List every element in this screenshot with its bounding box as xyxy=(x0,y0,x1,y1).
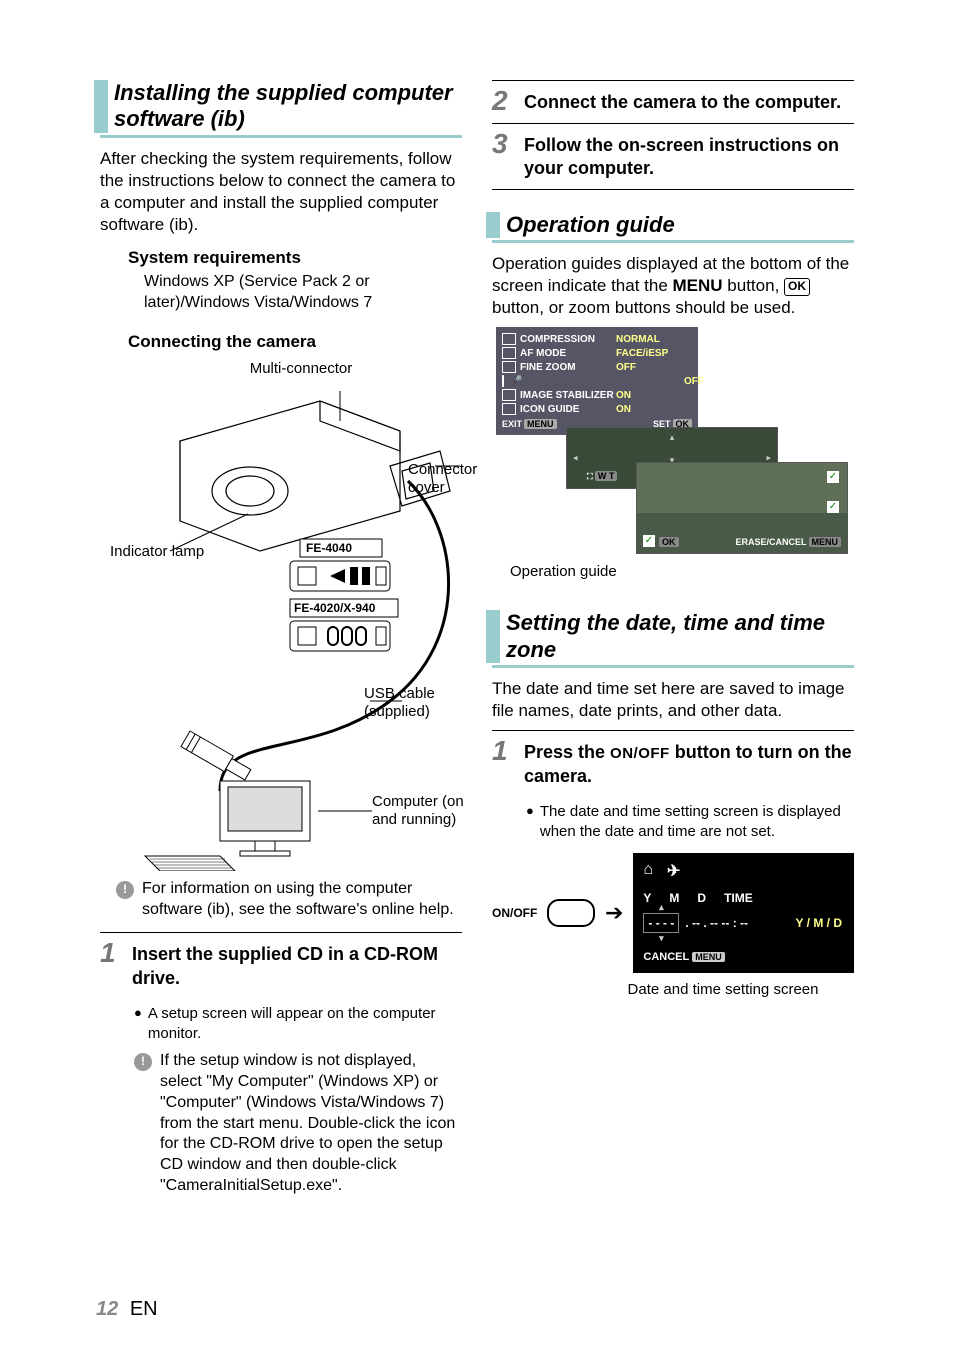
label-indicator-lamp: Indicator lamp xyxy=(110,543,204,560)
globe-icon: ✈ xyxy=(667,861,680,881)
label-model-b: FE-4020/X-940 xyxy=(294,601,375,615)
face-icon xyxy=(502,347,516,359)
operation-guide-diagram: COMPRESSIONNORMAL AF MODEFACE/iESP FINE … xyxy=(496,327,854,557)
dt-step-1-bullet: The date and time setting screen is disp… xyxy=(540,802,854,841)
arrow-right-icon: ➔ xyxy=(605,900,623,926)
note-computer-software: For information on using the computer so… xyxy=(142,879,462,921)
ok-icon: OK xyxy=(784,278,810,296)
page-footer: 12 EN xyxy=(96,1298,158,1321)
step-1-note: If the setup window is not displayed, se… xyxy=(160,1051,462,1197)
label-connector-cover: Connector cover xyxy=(408,461,477,497)
onoff-button-icon xyxy=(547,899,595,927)
date-time-caption: Date and time setting screen xyxy=(592,981,854,998)
step-1-number: 1 xyxy=(100,939,122,990)
sysreq-body: Windows XP (Service Pack 2 or later)/Win… xyxy=(144,272,462,314)
page-number: 12 xyxy=(96,1298,118,1320)
date-time-intro: The date and time set here are saved to … xyxy=(492,678,854,722)
menu-screen: COMPRESSIONNORMAL AF MODEFACE/iESP FINE … xyxy=(496,327,698,435)
date-time-screen: ⌂ ✈ Y M D TIME - - - - . -- . -- -- : --… xyxy=(633,853,854,973)
label-usb-cable: USB cable (supplied) xyxy=(364,685,454,721)
connect-heading: Connecting the camera xyxy=(128,332,462,352)
tool3-icon xyxy=(502,403,516,415)
label-computer: Computer (on and running) xyxy=(372,793,482,829)
year-field: - - - - xyxy=(643,913,679,933)
label-multi-connector: Multi-connector xyxy=(140,360,462,377)
camera-diagram: Multi-connector xyxy=(140,360,462,871)
page-lang: EN xyxy=(130,1298,158,1320)
step-3-number: 3 xyxy=(492,130,514,181)
tool1-icon xyxy=(502,375,504,387)
heading-date-time: Setting the date, time and time zone xyxy=(492,610,854,668)
home-icon: ⌂ xyxy=(643,861,653,881)
note-icon: ! xyxy=(134,1053,152,1071)
step-1-text: Insert the supplied CD in a CD-ROM drive… xyxy=(132,939,462,990)
step-1-bullet: A setup screen will appear on the comput… xyxy=(148,1004,462,1043)
onoff-label: ON/OFF xyxy=(492,906,537,920)
heading-install-software: Installing the supplied computer softwar… xyxy=(100,80,462,138)
dt-step-1-text: Press the ON/OFF button to turn on the c… xyxy=(524,737,854,788)
onoff-diagram: ON/OFF ➔ ⌂ ✈ Y M D TIME - - - - . -- . -… xyxy=(492,853,854,973)
step-2-number: 2 xyxy=(492,87,514,115)
step-2-text: Connect the camera to the computer. xyxy=(524,87,841,115)
operation-guide-caption: Operation guide xyxy=(510,563,854,580)
step-3-text: Follow the on-screen instructions on you… xyxy=(524,130,854,181)
playback-guide-panel: ✓ ✓ ✓ OK ERASE/CANCELMENU xyxy=(636,462,848,554)
label-model-a: FE-4040 xyxy=(306,541,352,555)
bullet-icon: ● xyxy=(134,1004,142,1043)
sysreq-heading: System requirements xyxy=(128,248,462,268)
dt-step-1-number: 1 xyxy=(492,737,514,788)
operation-guide-intro: Operation guides displayed at the bottom… xyxy=(492,253,854,319)
camera-mode-icon xyxy=(502,333,516,345)
bullet-icon: ● xyxy=(526,802,534,841)
note-icon: ! xyxy=(116,881,134,899)
play-icon xyxy=(502,361,516,373)
tool2-icon xyxy=(502,389,516,401)
heading-operation-guide: Operation guide xyxy=(492,212,854,243)
intro-text: After checking the system requirements, … xyxy=(100,148,462,236)
